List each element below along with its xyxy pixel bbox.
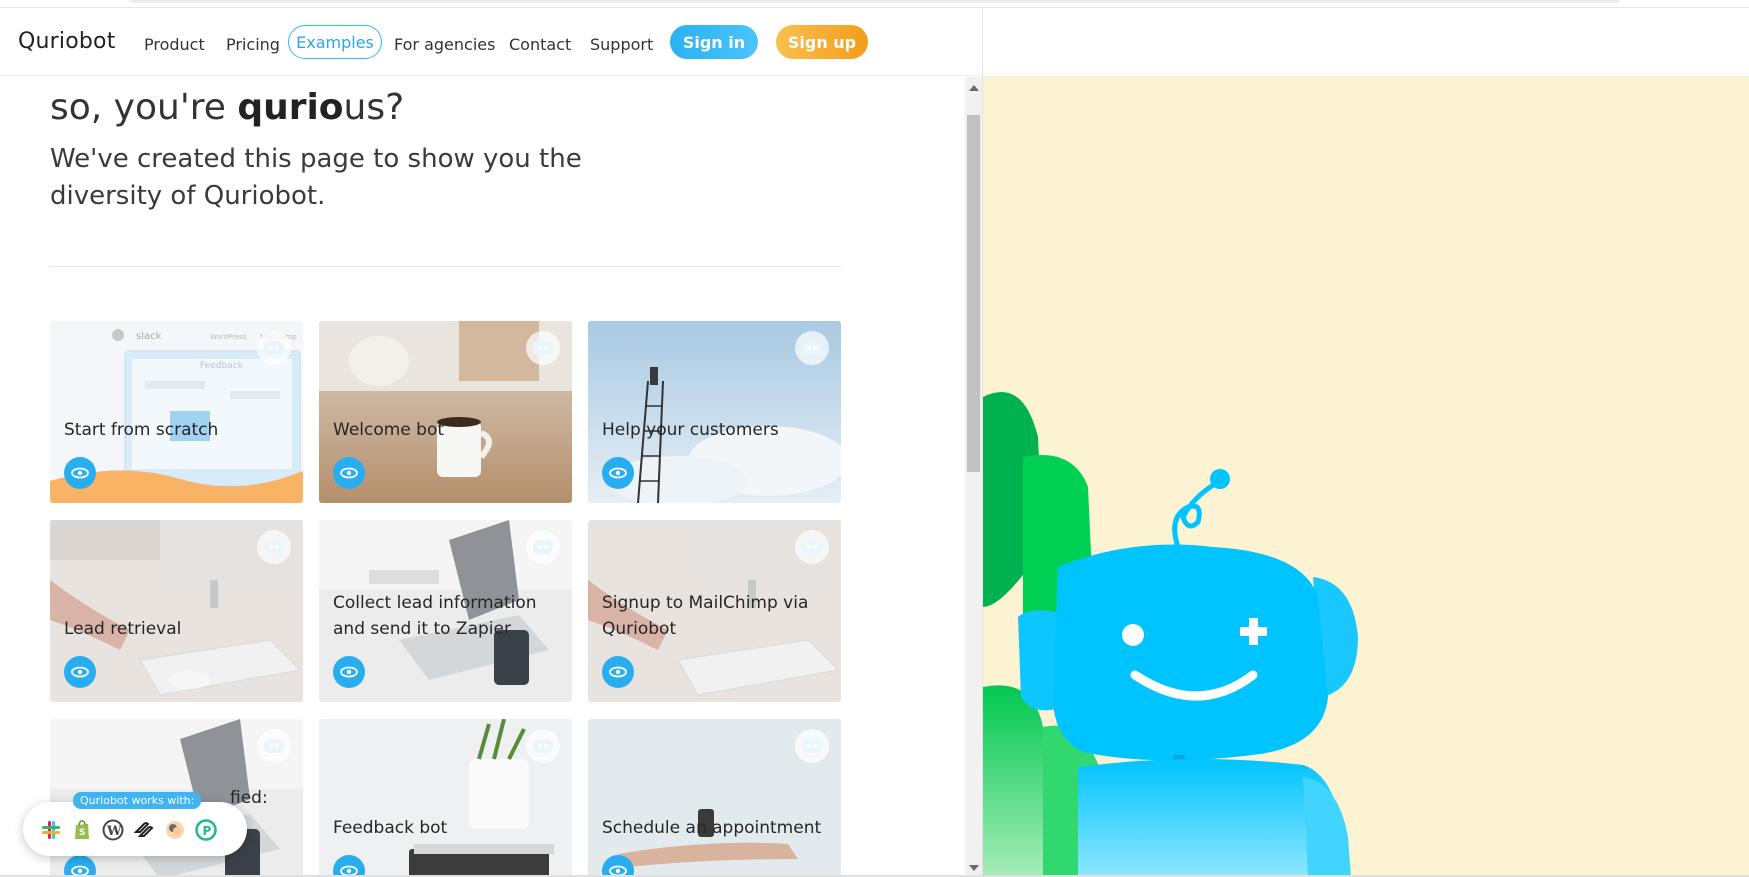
example-card-help-your-customers[interactable]: Help your customers: [588, 321, 841, 503]
nav-examples[interactable]: Examples: [288, 25, 382, 59]
nav-for-agencies[interactable]: For agencies: [394, 35, 495, 54]
section-divider: [50, 266, 841, 267]
bot-avatar-icon: [526, 729, 560, 763]
svg-text:Feedback: Feedback: [200, 361, 244, 371]
card-title: Help your customers: [602, 420, 779, 440]
brand-logo[interactable]: Quriobot: [18, 29, 116, 54]
svg-text:S: S: [79, 828, 85, 838]
card-title: Signup to MailChimp via Quriobot: [602, 593, 809, 639]
integrations-label: Quriobot works with:: [73, 792, 202, 809]
eye-icon[interactable]: [64, 457, 96, 489]
card-title: Collect lead information and send it to …: [333, 593, 537, 639]
sign-up-button[interactable]: Sign up: [776, 25, 868, 59]
eye-icon[interactable]: [64, 656, 96, 688]
example-card-schedule-appointment[interactable]: Schedule an appointment: [588, 719, 841, 877]
preview-header: [983, 8, 1749, 77]
sign-in-button[interactable]: Sign in: [670, 25, 758, 59]
nav-product[interactable]: Product: [144, 35, 205, 54]
bot-avatar-icon: [257, 331, 291, 365]
bot-avatar-icon: [526, 530, 560, 564]
example-card-lead-retrieval[interactable]: Lead retrieval: [50, 520, 303, 702]
bot-avatar-icon: [526, 331, 560, 365]
nav-support[interactable]: Support: [590, 35, 653, 54]
top-navbar: Quriobot Product Pricing Examples For ag…: [0, 8, 982, 76]
preview-pane: [983, 8, 1749, 877]
example-card-signup-mailchimp[interactable]: Signup to MailChimp via Quriobot: [588, 520, 841, 702]
wordpress-icon[interactable]: W: [101, 818, 125, 842]
integrations-widget[interactable]: Quriobot works with: S W P: [23, 792, 247, 856]
eye-icon[interactable]: [333, 457, 365, 489]
nav-contact[interactable]: Contact: [509, 35, 571, 54]
squarespace-icon[interactable]: [132, 818, 156, 842]
page-title: so, you're qurious?: [50, 87, 405, 128]
bot-avatar-icon: [257, 729, 291, 763]
vertical-scrollbar[interactable]: [965, 77, 982, 877]
bot-avatar-icon: [795, 530, 829, 564]
svg-text:P: P: [203, 824, 212, 838]
bot-avatar-icon: [795, 331, 829, 365]
examples-pane: Quriobot Product Pricing Examples For ag…: [0, 8, 983, 877]
example-card-collect-lead-zapier[interactable]: Collect lead information and send it to …: [319, 520, 572, 702]
examples-content: so, you're qurious? We've created this p…: [0, 77, 965, 877]
producthunt-icon[interactable]: P: [194, 818, 218, 842]
example-card-welcome-bot[interactable]: Welcome bot: [319, 321, 572, 503]
card-title: Welcome bot: [333, 420, 445, 440]
eye-icon[interactable]: [602, 457, 634, 489]
example-card-feedback-bot[interactable]: Feedback bot: [319, 719, 572, 877]
card-title: Feedback bot: [333, 818, 448, 838]
svg-text:WordPress: WordPress: [210, 333, 247, 341]
card-title: fied:: [230, 788, 268, 808]
card-title: Lead retrieval: [64, 619, 182, 639]
bot-avatar-icon: [257, 530, 291, 564]
shopify-icon[interactable]: S: [70, 818, 94, 842]
page-subtitle: We've created this page to show you the …: [50, 144, 582, 211]
mailchimp-icon[interactable]: [163, 818, 187, 842]
eye-icon[interactable]: [333, 656, 365, 688]
page-root: Quriobot Product Pricing Examples For ag…: [0, 0, 1749, 877]
robot-mascot-icon: [983, 392, 1358, 877]
slack-icon[interactable]: [39, 818, 63, 842]
card-title: Start from scratch: [64, 420, 219, 440]
browser-top-strip: [0, 0, 1749, 8]
eye-icon[interactable]: [602, 656, 634, 688]
scroll-up-arrow-icon[interactable]: [969, 85, 979, 91]
bot-avatar-icon: [795, 729, 829, 763]
scrollbar-thumb[interactable]: [967, 115, 980, 472]
nav-pricing[interactable]: Pricing: [226, 35, 280, 54]
svg-text:slack: slack: [136, 331, 162, 342]
card-title: Schedule an appointment: [602, 818, 822, 838]
svg-text:W: W: [106, 824, 122, 839]
scroll-down-arrow-icon[interactable]: [969, 865, 979, 871]
robot-illustration: [983, 77, 1749, 877]
example-card-start-from-scratch[interactable]: slack WordPress MailChimp Feedback Start…: [50, 321, 303, 503]
